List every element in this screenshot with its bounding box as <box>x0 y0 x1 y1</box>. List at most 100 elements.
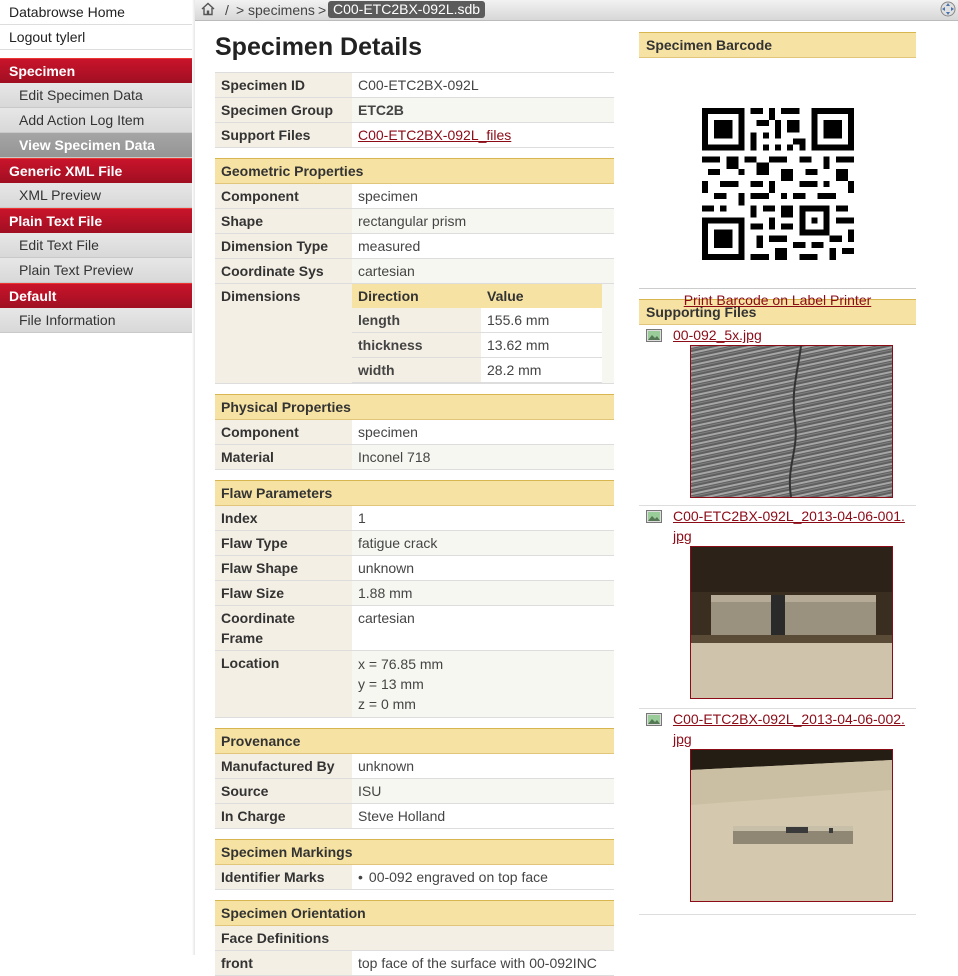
row-key: Dimensions <box>215 283 352 384</box>
section-header: Specimen Markings <box>215 839 614 865</box>
row-key: Location <box>215 650 352 718</box>
breadcrumb-separator: > <box>318 2 327 18</box>
table-row: width 28.2 mm <box>352 357 602 383</box>
file-thumbnail[interactable] <box>690 546 893 699</box>
location-z: z = 0 mm <box>358 696 416 712</box>
row-value: unknown <box>352 555 614 581</box>
coord-key-line: Frame <box>221 630 264 646</box>
row-value: rectangular prism <box>352 208 614 234</box>
provenance-section: Provenance Manufactured By unknown Source… <box>215 728 614 829</box>
file-name: C00-ETC2BX-092L_2013-04-06-002.jpg <box>673 709 913 749</box>
page-title: Specimen Details <box>215 33 423 61</box>
sidebar-link-logout[interactable]: Logout tylerl <box>0 25 195 50</box>
file-thumbnail[interactable] <box>690 345 893 498</box>
row-key: Material <box>215 444 352 470</box>
face-definitions-label: Face Definitions <box>215 926 614 951</box>
table-row: Flaw Type fatigue crack <box>215 530 614 556</box>
table-row: Identifier Marks 00-092 engraved on top f… <box>215 865 614 890</box>
file-name-line: jpg <box>673 731 692 747</box>
dim-direction: thickness <box>352 332 481 358</box>
dim-direction: length <box>352 308 481 333</box>
dim-direction: width <box>352 357 481 383</box>
table-row: Support Files C00-ETC2BX-092L_files <box>215 122 614 148</box>
sidebar-item-xml-preview[interactable]: XML Preview <box>0 183 195 208</box>
sidebar-link-home[interactable]: Databrowse Home <box>0 0 195 25</box>
row-value: unknown <box>352 754 614 779</box>
print-barcode-link[interactable]: Print Barcode on Label Printer <box>639 292 916 308</box>
table-row: thickness 13.62 mm <box>352 332 602 358</box>
dimensions-table: Direction Value length 155.6 mm thickness 1… <box>352 284 602 383</box>
image-file-icon <box>646 329 662 342</box>
table-row: Dimensions Direction Value length 155.6 mm… <box>215 283 614 384</box>
row-key: Coordinate Sys <box>215 258 352 284</box>
table-row: Specimen Group ETC2B <box>215 97 614 123</box>
section-header: Provenance <box>215 728 614 754</box>
location-y: y = 13 mm <box>358 676 424 692</box>
row-key: Manufactured By <box>215 754 352 779</box>
row-key: Flaw Type <box>215 530 352 556</box>
row-value: ETC2B <box>352 97 614 123</box>
right-column: Specimen Barcode Print Barcode on Label … <box>639 32 916 915</box>
geometric-section: Geometric Properties Component specimen S… <box>215 158 614 384</box>
file-link[interactable]: C00-ETC2BX-092L_2013-04-06-001.jpg <box>673 508 905 544</box>
image-file-icon <box>646 510 662 523</box>
file-name-line: jpg <box>673 528 692 544</box>
sidebar-item-file-info[interactable]: File Information <box>0 308 195 333</box>
file-name: C00-ETC2BX-092L_2013-04-06-001.jpg <box>673 506 913 546</box>
fit-window-icon[interactable] <box>940 1 956 17</box>
row-value: specimen <box>352 184 614 209</box>
image-file-icon <box>646 713 662 726</box>
location-x: x = 76.85 mm <box>358 656 444 672</box>
barcode-panel: Print Barcode on Label Printer <box>639 58 916 308</box>
row-key: Source <box>215 778 352 804</box>
table-row: Location x = 76.85 mm y = 13 mm z = 0 mm <box>215 650 614 718</box>
sidebar-section-plain-text: Plain Text File <box>0 208 195 233</box>
breadcrumb-folder[interactable]: specimens <box>248 1 315 19</box>
table-row: Index 1 <box>215 506 614 531</box>
table-row: Material Inconel 718 <box>215 444 614 470</box>
dim-value: 155.6 mm <box>481 308 602 333</box>
table-row: Coordinate Sys cartesian <box>215 258 614 284</box>
file-link[interactable]: C00-ETC2BX-092L_2013-04-06-002.jpg <box>673 711 905 747</box>
file-link[interactable]: 00-092_5x.jpg <box>673 327 762 343</box>
row-value: fatigue crack <box>352 530 614 556</box>
table-row: length 155.6 mm <box>352 308 602 333</box>
row-value: C00-ETC2BX-092L <box>352 72 614 98</box>
table-row: Source ISU <box>215 778 614 804</box>
row-key: Component <box>215 420 352 445</box>
breadcrumb: / > specimens > C00-ETC2BX-092L.sdb <box>195 0 958 21</box>
table-row: Flaw Shape unknown <box>215 555 614 581</box>
support-files-link[interactable]: C00-ETC2BX-092L_files <box>358 127 511 143</box>
sidebar-shadow <box>192 0 195 955</box>
row-value: ISU <box>352 778 614 804</box>
row-key: Flaw Size <box>215 580 352 606</box>
file-name-line: C00-ETC2BX-092L_2013-04-06-002. <box>673 711 905 727</box>
row-key: Identifier Marks <box>215 865 352 890</box>
sidebar-item-plain-text-preview[interactable]: Plain Text Preview <box>0 258 195 283</box>
physical-section: Physical Properties Component specimen Ma… <box>215 394 614 470</box>
row-value: cartesian <box>352 258 614 284</box>
table-row: Manufactured By unknown <box>215 754 614 779</box>
row-key: Shape <box>215 208 352 234</box>
sidebar: Databrowse Home Logout tylerl Specimen E… <box>0 0 195 955</box>
row-value: 1.88 mm <box>352 580 614 606</box>
sidebar-section-xml: Generic XML File <box>0 158 195 183</box>
sidebar-item-view-specimen[interactable]: View Specimen Data <box>0 133 195 158</box>
file-name-line: C00-ETC2BX-092L_2013-04-06-001. <box>673 508 905 524</box>
sidebar-item-add-action-log[interactable]: Add Action Log Item <box>0 108 195 133</box>
section-header: Flaw Parameters <box>215 480 614 506</box>
home-icon[interactable] <box>201 2 215 16</box>
dim-value: 13.62 mm <box>481 332 602 358</box>
row-key: In Charge <box>215 803 352 829</box>
section-header: Geometric Properties <box>215 158 614 184</box>
table-row: Component specimen <box>215 420 614 445</box>
row-value: 1 <box>352 506 614 531</box>
row-key: front <box>215 950 352 976</box>
sidebar-item-edit-text[interactable]: Edit Text File <box>0 233 195 258</box>
breadcrumb-root[interactable]: / <box>225 1 229 19</box>
breadcrumb-current: C00-ETC2BX-092L.sdb <box>328 1 486 18</box>
file-thumbnail[interactable] <box>690 749 893 902</box>
sidebar-item-edit-specimen[interactable]: Edit Specimen Data <box>0 83 195 108</box>
row-value: 00-092 engraved on top face <box>352 865 614 890</box>
